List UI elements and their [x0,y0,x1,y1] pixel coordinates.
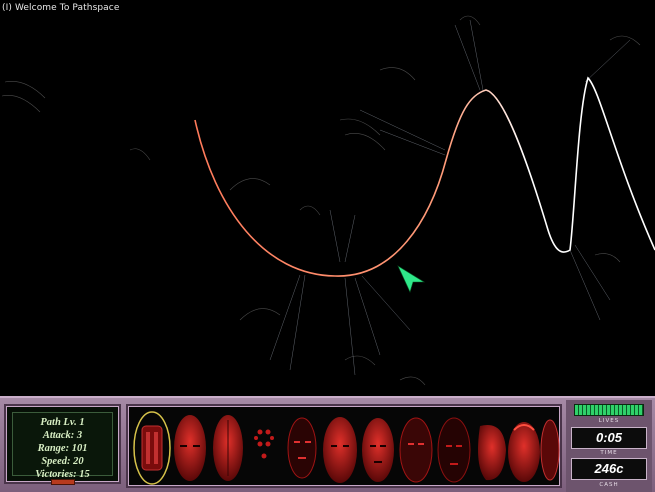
tower-slot-11[interactable] [508,422,540,482]
stat-speed: Speed: 20 [41,456,84,467]
status-panel: LIVES 0:05 TIME 246c CASH [566,400,652,492]
tower-slot-3[interactable] [213,415,243,481]
cash-readout: 246c [571,458,647,480]
tower-slot-1[interactable] [133,411,171,485]
time-readout: 0:05 [571,427,647,449]
time-label: TIME [600,450,618,456]
tower-slot-5[interactable] [287,417,317,479]
tower-slot-2[interactable] [174,415,206,481]
tower-slot-12[interactable] [540,419,560,481]
tower-slot-10[interactable] [478,425,506,481]
lives-label: LIVES [598,418,620,424]
tower-slot-8[interactable] [399,417,433,483]
game-playfield[interactable]: (I) Welcome To Pathspace [0,0,655,396]
arrow-cursor-icon [397,265,426,293]
cash-label: CASH [599,482,619,488]
lives-bar [574,404,644,416]
tower-stats-panel: Path Lv. 1 Attack: 3 Range: 101 Speed: 2… [4,404,121,485]
tower-slot-4[interactable] [254,429,274,459]
window-title: (I) Welcome To Pathspace [2,3,120,13]
tower-slot-9[interactable] [437,417,471,483]
stats-tag [50,479,75,485]
range-rays [269,19,631,376]
path-canvas [1,15,655,386]
stat-path-level: Path Lv. 1 [40,417,85,428]
hud-bar: Path Lv. 1 Attack: 3 Range: 101 Speed: 2… [0,396,655,492]
tower-selection-bar [126,404,562,488]
stat-range: Range: 101 [37,443,88,454]
background-wisps [1,15,641,386]
tower-masks [133,411,560,485]
tower-slot-6[interactable] [323,417,357,483]
stat-attack: Attack: 3 [42,430,83,441]
tower-slot-7[interactable] [362,418,394,482]
enemy-path [194,76,655,277]
